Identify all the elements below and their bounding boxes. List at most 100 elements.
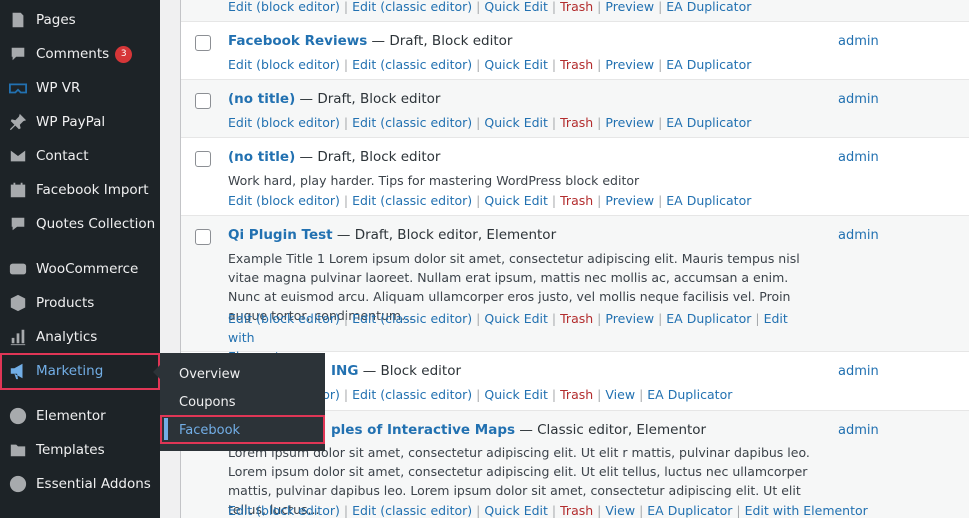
submenu-arrow (153, 365, 160, 379)
post-title-link[interactable]: ING (331, 363, 358, 379)
submenu-item-coupons[interactable]: Coupons (179, 395, 236, 410)
menu-item-woocommerce[interactable]: WooCommerce (0, 252, 160, 286)
row-checkbox[interactable] (195, 93, 211, 109)
trash-link[interactable]: Trash (560, 0, 593, 14)
post-state: — Block editor (358, 363, 462, 379)
edit-classic-link[interactable]: Edit (classic editor) (352, 0, 472, 14)
table-row: Facebook Reviews — Draft, Block editor E… (181, 22, 969, 80)
menu-item-wp-vr[interactable]: WP VR (0, 71, 160, 105)
quick-edit-link[interactable]: Quick Edit (484, 193, 548, 208)
preview-link[interactable]: Preview (605, 193, 654, 208)
menu-item-analytics[interactable]: Analytics (0, 320, 160, 354)
post-title-link[interactable]: Qi Plugin Test (228, 227, 333, 243)
trash-link[interactable]: Trash (560, 387, 593, 402)
submenu-item-facebook[interactable]: Facebook (179, 423, 240, 438)
trash-link[interactable]: Trash (560, 115, 593, 130)
view-link[interactable]: View (605, 387, 635, 402)
menu-item-quotes-collection[interactable]: Quotes Collection (0, 207, 160, 241)
quick-edit-link[interactable]: Quick Edit (484, 115, 548, 130)
post-author[interactable]: admin (838, 92, 879, 107)
edit-classic-link[interactable]: Edit (classic editor) (352, 115, 472, 130)
ea-duplicator-link[interactable]: EA Duplicator (666, 311, 751, 326)
menu-item-marketing[interactable]: Marketing (0, 354, 160, 388)
ea-duplicator-link[interactable]: EA Duplicator (647, 503, 732, 518)
preview-link[interactable]: Preview (605, 311, 654, 326)
quick-edit-link[interactable]: Quick Edit (484, 387, 548, 402)
edit-classic-link[interactable]: Edit (classic editor) (352, 503, 472, 518)
post-author[interactable]: admin (838, 228, 879, 243)
post-state: — Draft, Block editor, Elementor (332, 227, 557, 243)
quick-edit-link[interactable]: Quick Edit (484, 0, 548, 14)
post-author[interactable]: admin (838, 423, 879, 438)
post-title-link[interactable]: (no title) (228, 149, 295, 165)
row-checkbox[interactable] (195, 229, 211, 245)
edit-with-elementor-link[interactable]: Edit with Elementor (745, 503, 868, 518)
row-checkbox[interactable] (195, 35, 211, 51)
menu-label: Pages (36, 12, 76, 28)
menu-label: Essential Addons (36, 476, 151, 492)
post-author[interactable]: admin (838, 150, 879, 165)
preview-link[interactable]: Preview (605, 115, 654, 130)
ea-duplicator-link[interactable]: EA Duplicator (647, 387, 732, 402)
view-link[interactable]: View (605, 503, 635, 518)
menu-item-essential-addons[interactable]: Essential Addons (0, 467, 160, 501)
post-state: — Draft, Block editor (295, 91, 441, 107)
table-row: (no title) — Draft, Block editor Work ha… (181, 138, 969, 216)
mail-icon (8, 146, 28, 166)
post-author[interactable]: admin (838, 364, 879, 379)
post-state: — Draft, Block editor (295, 149, 441, 165)
table-row: Edit (block editor) | Edit (classic editor… (181, 0, 969, 22)
preview-link[interactable]: Preview (605, 57, 654, 72)
edit-classic-link[interactable]: Edit (classic editor) (352, 311, 472, 326)
edit-block-link[interactable]: Edit (block editor) (228, 193, 340, 208)
table-row: (no title) — Draft, Block editor Edit (b… (181, 80, 969, 138)
preview-link[interactable]: Preview (605, 0, 654, 14)
edit-block-link[interactable]: Edit (block editor) (228, 503, 340, 518)
marketing-submenu: Overview Coupons Facebook (160, 353, 325, 451)
row-actions: Edit (block editor)|Edit (classic editor… (228, 193, 752, 208)
menu-item-products[interactable]: Products (0, 286, 160, 320)
post-title-link[interactable]: (no title) (228, 91, 295, 107)
post-title-link[interactable]: Facebook Reviews (228, 33, 367, 49)
menu-item-contact[interactable]: Contact (0, 139, 160, 173)
admin-sidebar: Pages Comments 3 WP VR WP PayPal Contact… (0, 0, 160, 518)
edit-classic-link[interactable]: Edit (classic editor) (352, 387, 472, 402)
menu-item-elementor[interactable]: Elementor (0, 399, 160, 433)
post-author[interactable]: admin (838, 34, 879, 49)
row-actions: Edit (block editor)|Edit (classic editor… (228, 0, 752, 14)
ea-duplicator-link[interactable]: EA Duplicator (666, 193, 751, 208)
ea-duplicator-link[interactable]: EA Duplicator (666, 0, 751, 14)
ea-icon (8, 474, 28, 494)
edit-classic-link[interactable]: Edit (classic editor) (352, 57, 472, 72)
ea-duplicator-link[interactable]: EA Duplicator (666, 115, 751, 130)
trash-link[interactable]: Trash (560, 503, 593, 518)
menu-item-facebook-import[interactable]: Facebook Import (0, 173, 160, 207)
menu-item-comments[interactable]: Comments 3 (0, 37, 160, 71)
post-title-link[interactable]: ples of Interactive Maps (331, 422, 515, 438)
edit-block-link[interactable]: Edit (block editor) (228, 115, 340, 130)
facebook-active-indicator (164, 418, 168, 440)
menu-item-templates[interactable]: Templates (0, 433, 160, 467)
submenu-item-overview[interactable]: Overview (179, 367, 240, 382)
edit-block-link[interactable]: Edit (block editor) (228, 311, 340, 326)
quick-edit-link[interactable]: Quick Edit (484, 503, 548, 518)
edit-block-link[interactable]: Edit (block editor) (228, 0, 340, 14)
comments-count-badge: 3 (115, 45, 133, 63)
quick-edit-link[interactable]: Quick Edit (484, 57, 548, 72)
trash-link[interactable]: Trash (560, 57, 593, 72)
quick-edit-link[interactable]: Quick Edit (484, 311, 548, 326)
trash-link[interactable]: Trash (560, 311, 593, 326)
trash-link[interactable]: Trash (560, 193, 593, 208)
woo-icon (8, 259, 28, 279)
ea-duplicator-link[interactable]: EA Duplicator (666, 57, 751, 72)
menu-item-pages[interactable]: Pages (0, 3, 160, 37)
menu-label: Templates (36, 442, 105, 458)
megaphone-icon (8, 361, 28, 381)
edit-block-link[interactable]: Edit (block editor) (228, 57, 340, 72)
menu-item-wp-paypal[interactable]: WP PayPal (0, 105, 160, 139)
row-checkbox[interactable] (195, 151, 211, 167)
quote-icon (8, 214, 28, 234)
row-actions: Edit (block editor)|Edit (classic editor… (228, 503, 868, 518)
menu-label: Analytics (36, 329, 98, 345)
edit-classic-link[interactable]: Edit (classic editor) (352, 193, 472, 208)
